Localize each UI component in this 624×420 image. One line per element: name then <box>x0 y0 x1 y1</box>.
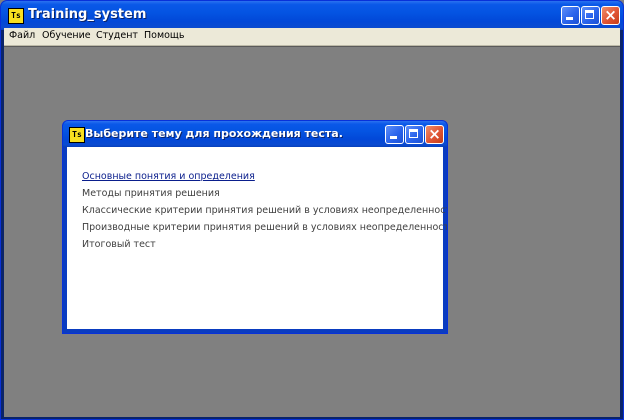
topic-basics[interactable]: Основные понятия и определения <box>82 171 255 182</box>
dialog-close-button[interactable]: × <box>425 125 444 144</box>
menu-file[interactable]: Файл <box>9 30 35 41</box>
dialog-maximize-button[interactable] <box>405 125 424 144</box>
menu-help[interactable]: Помощь <box>144 30 184 41</box>
minimize-icon <box>386 126 403 143</box>
dialog-title: Выберите тему для прохождения теста. <box>85 127 343 140</box>
dialog-minimize-button[interactable] <box>385 125 404 144</box>
close-icon: × <box>604 6 617 24</box>
topic-select-dialog: Ts Выберите тему для прохождения теста. … <box>62 120 448 334</box>
dialog-body: Основные понятия и определения Методы пр… <box>67 147 447 329</box>
dialog-title-bar[interactable]: Ts Выберите тему для прохождения теста. … <box>63 121 447 147</box>
maximize-icon <box>582 7 599 24</box>
menu-training[interactable]: Обучение <box>42 30 91 41</box>
topic-derived-criteria[interactable]: Производные критерии принятия решений в … <box>82 222 447 233</box>
app-icon[interactable]: Ts <box>8 8 24 24</box>
title-bar[interactable]: Ts Training_system × <box>1 1 623 30</box>
minimize-icon <box>562 7 579 24</box>
topic-classic-criteria[interactable]: Классические критерии принятия решений в… <box>82 205 447 216</box>
topic-final-test[interactable]: Итоговый тест <box>82 239 156 250</box>
dialog-app-icon[interactable]: Ts <box>69 127 85 143</box>
menu-student[interactable]: Студент <box>96 30 138 41</box>
close-button[interactable]: × <box>601 6 620 25</box>
topic-decision-methods[interactable]: Методы принятия решения <box>82 188 220 199</box>
maximize-icon <box>406 126 423 143</box>
maximize-button[interactable] <box>581 6 600 25</box>
window-title: Training_system <box>28 7 147 22</box>
minimize-button[interactable] <box>561 6 580 25</box>
menu-bar: Файл Обучение Студент Помощь <box>4 28 620 46</box>
close-icon: × <box>428 125 441 143</box>
